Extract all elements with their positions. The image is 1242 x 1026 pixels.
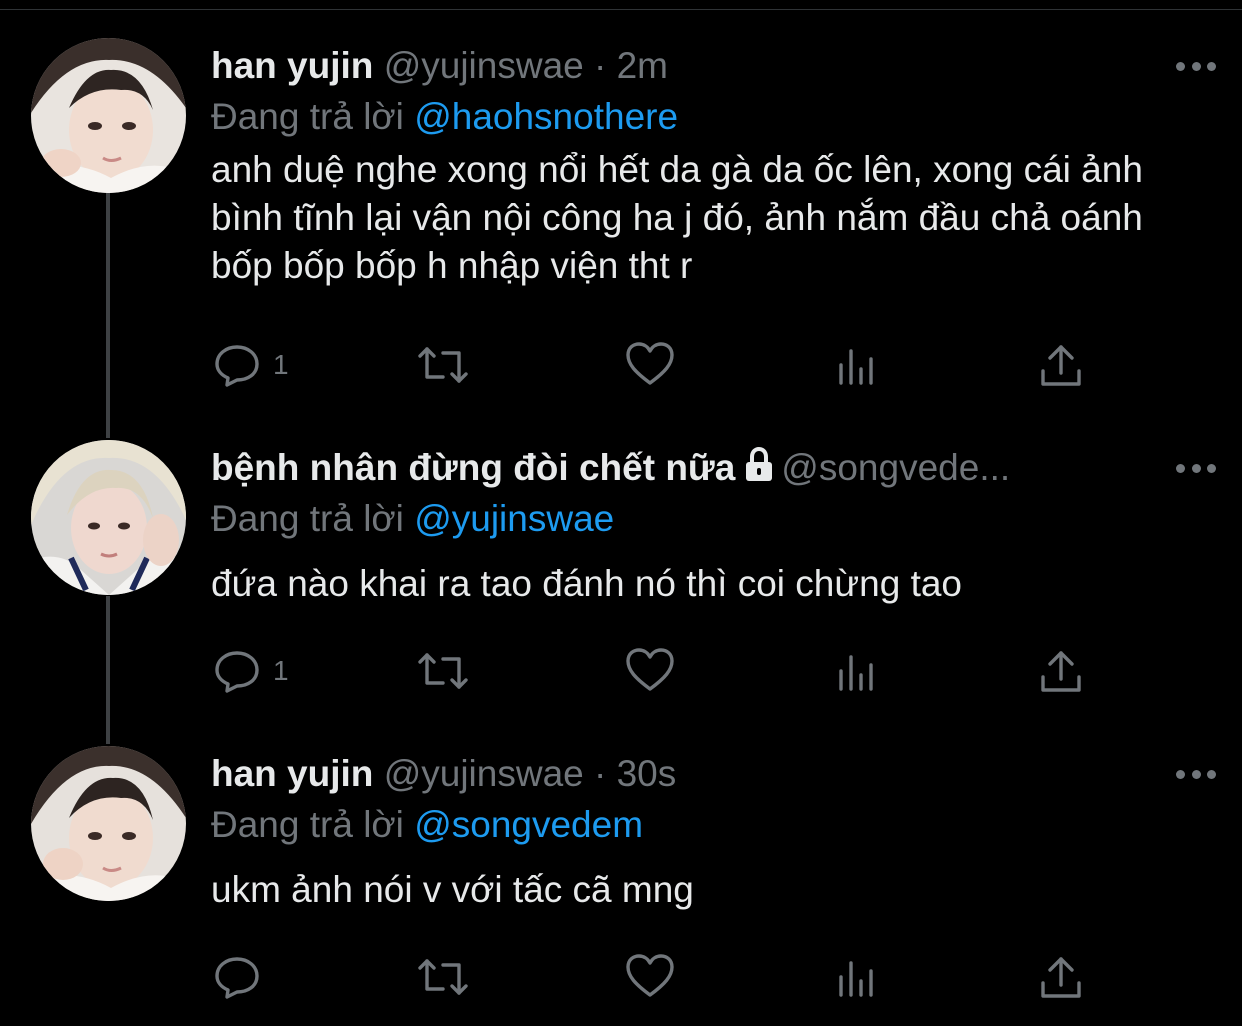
- lock-icon: [746, 447, 773, 481]
- reply-button[interactable]: 1: [213, 340, 289, 390]
- reply-button[interactable]: [213, 952, 273, 1002]
- avatar[interactable]: [31, 38, 186, 193]
- heart-icon: [626, 648, 674, 691]
- display-name[interactable]: bệnh nhân đừng đòi chết nữa: [211, 447, 735, 488]
- retweet-button[interactable]: [417, 340, 469, 390]
- more-icon[interactable]: [1176, 460, 1216, 476]
- share-icon: [1041, 345, 1081, 386]
- share-button[interactable]: [1039, 340, 1083, 390]
- replying-to-label: Đang trả lời: [211, 804, 404, 845]
- like-button[interactable]: [625, 952, 675, 1002]
- mention-link[interactable]: @yujinswae: [414, 498, 614, 539]
- like-button[interactable]: [625, 646, 675, 696]
- tweet[interactable]: bệnh nhân đừng đòi chết nữa @songvede... …: [0, 438, 1242, 738]
- analytics-icon: [839, 655, 873, 691]
- avatar[interactable]: [31, 440, 186, 595]
- retweet-button[interactable]: [417, 646, 469, 696]
- separator-dot: ·: [594, 45, 607, 86]
- reply-count: 1: [273, 655, 289, 686]
- avatar-image: [31, 440, 186, 595]
- tweet[interactable]: han yujin @yujinswae · 30s Đang trả lời …: [0, 744, 1242, 1026]
- replying-to: Đang trả lời @songvedem: [211, 800, 643, 850]
- like-button[interactable]: [625, 340, 675, 390]
- analytics-icon: [839, 349, 873, 385]
- heart-icon: [626, 954, 674, 997]
- timestamp[interactable]: 30s: [617, 753, 677, 794]
- share-button[interactable]: [1039, 952, 1083, 1002]
- more-icon[interactable]: [1176, 58, 1216, 74]
- replying-to: Đang trả lời @yujinswae: [211, 494, 614, 544]
- retweet-icon: [418, 653, 468, 689]
- username[interactable]: @songvede...: [781, 447, 1010, 488]
- views-button[interactable]: [835, 952, 879, 1002]
- avatar-image: [31, 746, 186, 901]
- action-bar: [211, 952, 1091, 1002]
- reply-icon: [215, 957, 259, 999]
- tweet-header: han yujin @yujinswae · 2m: [211, 36, 1122, 96]
- reply-icon: [215, 651, 259, 693]
- avatar[interactable]: [31, 746, 186, 901]
- separator-dot: ·: [594, 753, 607, 794]
- heart-icon: [626, 342, 674, 385]
- views-button[interactable]: [835, 646, 879, 696]
- action-bar: 1: [211, 646, 1091, 696]
- replying-to-label: Đang trả lời: [211, 498, 404, 539]
- display-name[interactable]: han yujin: [211, 753, 373, 794]
- tweet-header: bệnh nhân đừng đòi chết nữa @songvede...: [211, 438, 1122, 498]
- retweet-button[interactable]: [417, 952, 469, 1002]
- reply-count: 1: [273, 349, 289, 380]
- timestamp[interactable]: 2m: [617, 45, 668, 86]
- username[interactable]: @yujinswae: [384, 45, 584, 86]
- tweet-header: han yujin @yujinswae · 30s: [211, 744, 1122, 804]
- tweet-text: anh duệ nghe xong nổi hết da gà da ốc lê…: [211, 149, 1143, 286]
- tweet[interactable]: han yujin @yujinswae · 2m Đang trả lời @…: [0, 36, 1242, 396]
- views-button[interactable]: [835, 340, 879, 390]
- top-divider: [0, 9, 1242, 10]
- tweet-text: đứa nào khai ra tao đánh nó thì coi chừn…: [211, 563, 963, 604]
- share-button[interactable]: [1039, 646, 1083, 696]
- action-bar: 1: [211, 340, 1091, 390]
- replying-to: Đang trả lời @haohsnothere: [211, 92, 678, 142]
- analytics-icon: [839, 961, 873, 997]
- mention-link[interactable]: @songvedem: [414, 804, 643, 845]
- tweet-text: ukm ảnh nói v với tấc cã mng: [211, 869, 694, 910]
- replying-to-label: Đang trả lời: [211, 96, 404, 137]
- share-icon: [1041, 651, 1081, 692]
- display-name[interactable]: han yujin: [211, 45, 373, 86]
- more-icon[interactable]: [1176, 766, 1216, 782]
- avatar-image: [31, 38, 186, 193]
- username[interactable]: @yujinswae: [384, 753, 584, 794]
- mention-link[interactable]: @haohsnothere: [414, 96, 678, 137]
- retweet-icon: [418, 959, 468, 995]
- share-icon: [1041, 957, 1081, 998]
- retweet-icon: [418, 347, 468, 383]
- reply-button[interactable]: 1: [213, 646, 289, 696]
- reply-icon: [215, 345, 259, 387]
